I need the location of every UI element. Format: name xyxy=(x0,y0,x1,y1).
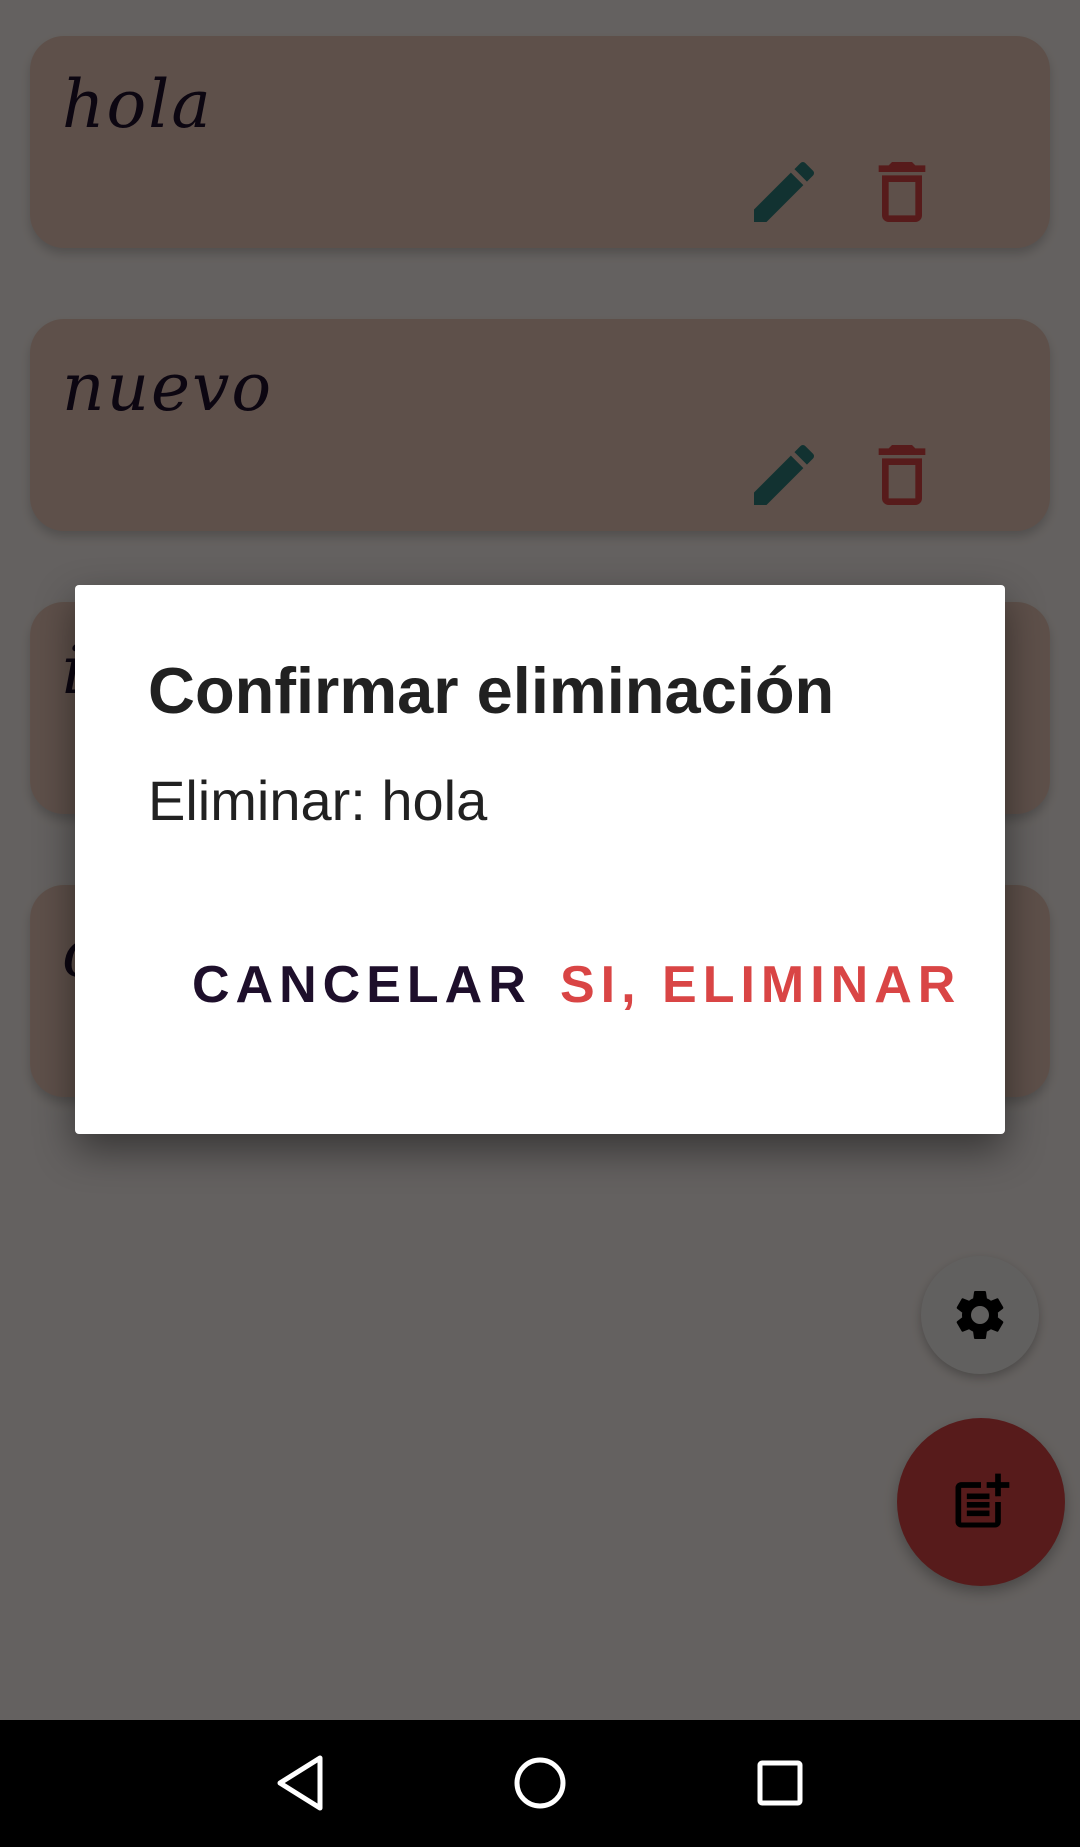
confirm-delete-dialog: Confirmar eliminación Eliminar: hola CAN… xyxy=(75,585,1005,1134)
recents-square-icon xyxy=(757,1760,803,1806)
dialog-title: Confirmar eliminación xyxy=(148,654,835,727)
system-navigation-bar xyxy=(0,1720,1080,1847)
back-button[interactable] xyxy=(262,1748,342,1818)
home-button[interactable] xyxy=(500,1748,580,1818)
recents-button[interactable] xyxy=(740,1748,820,1818)
cancel-button[interactable]: CANCELAR xyxy=(192,955,532,1015)
confirm-delete-button[interactable]: SI, ELIMINAR xyxy=(560,955,961,1015)
back-triangle-icon xyxy=(277,1755,323,1811)
dialog-message: Eliminar: hola xyxy=(148,769,488,832)
home-circle-icon xyxy=(514,1757,566,1809)
